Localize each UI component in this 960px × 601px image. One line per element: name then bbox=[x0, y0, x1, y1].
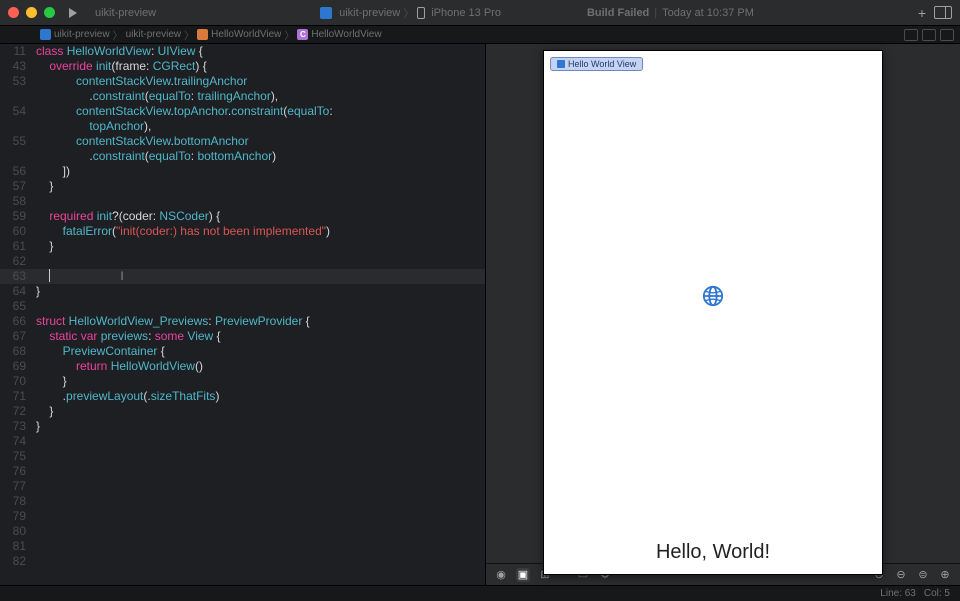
text-cursor bbox=[49, 269, 50, 282]
project-icon bbox=[40, 29, 51, 40]
cursor-line: Line: 63 bbox=[880, 588, 916, 599]
line-number: 61 bbox=[0, 239, 36, 254]
status-bar: Line: 63 Col: 5 bbox=[0, 585, 960, 601]
scheme-label[interactable]: uikit-preview bbox=[339, 7, 400, 19]
editor-option-icon[interactable] bbox=[940, 29, 954, 41]
editor-option-icon[interactable] bbox=[904, 29, 918, 41]
line-number: 57 bbox=[0, 179, 36, 194]
build-status: Build Failed bbox=[587, 7, 649, 19]
line-number: 78 bbox=[0, 494, 36, 509]
line-number: 65 bbox=[0, 299, 36, 314]
line-number bbox=[0, 119, 36, 134]
preview-label: Hello, World! bbox=[544, 541, 882, 574]
code-editor[interactable]: 11class HelloWorldView: UIView { 43 over… bbox=[0, 44, 485, 585]
line-number: 75 bbox=[0, 449, 36, 464]
app-icon bbox=[320, 7, 332, 19]
line-number: 54 bbox=[0, 104, 36, 119]
preview-name-label: Hello World View bbox=[568, 59, 636, 69]
line-number: 72 bbox=[0, 404, 36, 419]
cursor-col: Col: 5 bbox=[924, 588, 950, 599]
selectable-preview-icon[interactable]: ▣ bbox=[516, 568, 530, 582]
line-number: 53 bbox=[0, 74, 36, 89]
class-icon: C bbox=[297, 29, 308, 40]
line-number: 82 bbox=[0, 554, 36, 569]
close-window-button[interactable] bbox=[8, 7, 19, 18]
line-number: 11 bbox=[0, 44, 36, 59]
line-number: 81 bbox=[0, 539, 36, 554]
breadcrumb-item[interactable]: uikit-preview bbox=[126, 29, 182, 40]
line-number: 71 bbox=[0, 389, 36, 404]
window-controls bbox=[8, 7, 55, 18]
line-number: 69 bbox=[0, 359, 36, 374]
line-number: 66 bbox=[0, 314, 36, 329]
line-number: 67 bbox=[0, 329, 36, 344]
separator: | bbox=[654, 7, 657, 19]
line-number: 77 bbox=[0, 479, 36, 494]
line-number: 56 bbox=[0, 164, 36, 179]
line-number: 63 bbox=[0, 269, 36, 284]
build-time: Today at 10:37 PM bbox=[662, 7, 754, 19]
line-number bbox=[0, 149, 36, 164]
device-label[interactable]: iPhone 13 Pro bbox=[431, 7, 501, 19]
globe-icon bbox=[702, 285, 724, 307]
preview-badge-icon bbox=[557, 60, 565, 68]
editor-option-icon[interactable] bbox=[922, 29, 936, 41]
line-number: 55 bbox=[0, 134, 36, 149]
chevron-right-icon: 〉 bbox=[284, 27, 294, 42]
zoom-actual-icon[interactable]: ⊜ bbox=[916, 568, 930, 582]
line-number: 68 bbox=[0, 344, 36, 359]
line-number: 79 bbox=[0, 509, 36, 524]
toggle-right-panel-button[interactable] bbox=[934, 6, 952, 19]
breadcrumb-item[interactable]: HelloWorldView bbox=[311, 29, 381, 40]
preview-pane: 📌 Hello World View Hello, World! bbox=[485, 44, 960, 585]
device-icon bbox=[417, 7, 425, 19]
scheme-name[interactable]: uikit-preview bbox=[95, 7, 156, 19]
line-number: 60 bbox=[0, 224, 36, 239]
chevron-right-icon: 〉 bbox=[184, 27, 194, 42]
line-number: 43 bbox=[0, 59, 36, 74]
jump-bar: uikit-preview 〉 uikit-preview 〉 HelloWor… bbox=[0, 26, 960, 44]
line-number: 59 bbox=[0, 209, 36, 224]
line-number: 76 bbox=[0, 464, 36, 479]
zoom-window-button[interactable] bbox=[44, 7, 55, 18]
chevron-right-icon: 〉 bbox=[113, 27, 123, 42]
swift-file-icon bbox=[197, 29, 208, 40]
line-number: 73 bbox=[0, 419, 36, 434]
breadcrumb-item[interactable]: uikit-preview bbox=[54, 29, 110, 40]
preview-name-badge[interactable]: Hello World View bbox=[550, 57, 643, 71]
preview-canvas[interactable]: Hello World View Hello, World! bbox=[543, 50, 883, 575]
chevron-right-icon: 〉 bbox=[403, 5, 414, 21]
line-number: 74 bbox=[0, 434, 36, 449]
ibeam-icon: I bbox=[120, 269, 123, 284]
line-number: 58 bbox=[0, 194, 36, 209]
line-number: 70 bbox=[0, 374, 36, 389]
run-button-icon[interactable] bbox=[69, 8, 77, 18]
titlebar: uikit-preview uikit-preview 〉 iPhone 13 … bbox=[0, 0, 960, 26]
line-number bbox=[0, 89, 36, 104]
zoom-in-icon[interactable]: ⊕ bbox=[938, 568, 952, 582]
add-tab-button[interactable]: + bbox=[918, 5, 926, 21]
line-number: 62 bbox=[0, 254, 36, 269]
line-number: 64 bbox=[0, 284, 36, 299]
breadcrumb-item[interactable]: HelloWorldView bbox=[211, 29, 281, 40]
minimize-window-button[interactable] bbox=[26, 7, 37, 18]
zoom-out-icon[interactable]: ⊖ bbox=[894, 568, 908, 582]
live-preview-icon[interactable]: ◉ bbox=[494, 568, 508, 582]
line-number: 80 bbox=[0, 524, 36, 539]
